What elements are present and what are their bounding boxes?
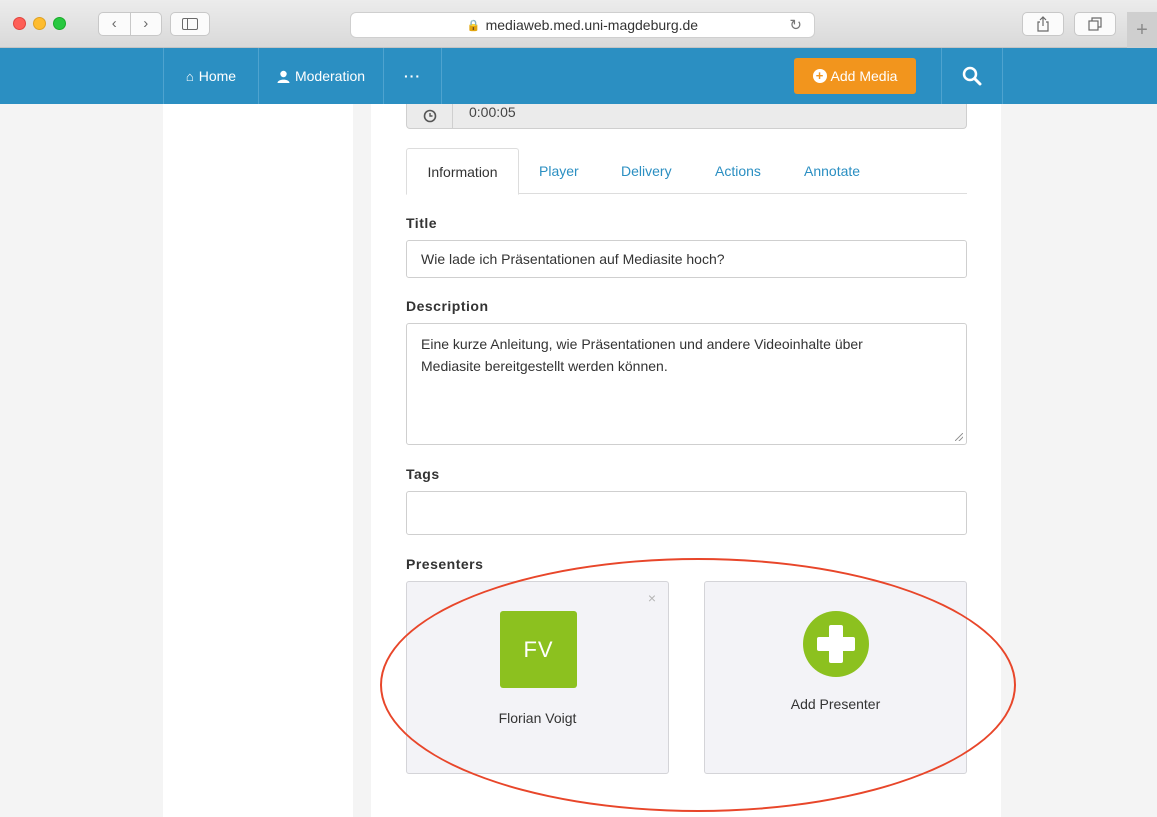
- media-tabs: Information Player Delivery Actions Anno…: [406, 148, 967, 195]
- presenters-label: Presenters: [406, 556, 484, 572]
- highlight-annotation-ellipse: [380, 558, 1016, 812]
- tab-information[interactable]: Information: [406, 148, 519, 195]
- address-bar[interactable]: 🔒 mediaweb.med.uni-magdeburg.de ↻: [350, 12, 815, 38]
- search-button[interactable]: [941, 48, 1003, 104]
- description-textarea[interactable]: Eine kurze Anleitung, wie Präsentationen…: [406, 323, 967, 445]
- nav-moderation[interactable]: Moderation: [259, 48, 384, 104]
- reload-icon[interactable]: ↻: [789, 16, 802, 34]
- plus-circle-icon: +: [812, 69, 827, 83]
- history-nav-group: ‹ ›: [98, 12, 162, 36]
- nav-home-label: Home: [198, 68, 237, 84]
- lock-icon: 🔒: [466, 19, 481, 32]
- description-line: Mediasite bereitgestellt werden können.: [421, 358, 668, 374]
- title-label: Title: [406, 215, 438, 231]
- add-media-label: Add Media: [830, 68, 898, 84]
- tags-input[interactable]: [406, 491, 967, 535]
- description-label: Description: [406, 298, 489, 314]
- clock-icon: [407, 104, 453, 128]
- search-icon: [962, 66, 982, 86]
- tab-annotate[interactable]: Annotate: [804, 148, 860, 194]
- title-input[interactable]: Wie lade ich Präsentationen auf Mediasit…: [406, 240, 967, 278]
- tab-overview-button[interactable]: [1074, 12, 1116, 36]
- site-navbar: ⌂ Home Moderation ··· + Add Media: [0, 48, 1157, 104]
- tags-label: Tags: [406, 466, 440, 482]
- address-bar-url: mediaweb.med.uni-magdeburg.de: [485, 17, 699, 33]
- share-button[interactable]: [1022, 12, 1064, 36]
- description-line: Eine kurze Anleitung, wie Präsentationen…: [421, 336, 863, 352]
- home-icon: ⌂: [185, 68, 194, 84]
- browser-titlebar: ‹ › 🔒 mediaweb.med.uni-magdeburg.de ↻ +: [0, 0, 1157, 48]
- duration-display: 0:00:05: [406, 104, 967, 129]
- sidebar-toggle-button[interactable]: [170, 12, 210, 36]
- left-column: [163, 104, 353, 817]
- user-icon: [277, 70, 290, 83]
- new-tab-button[interactable]: +: [1127, 12, 1157, 48]
- nav-home[interactable]: ⌂ Home: [163, 48, 259, 104]
- window-maximize-button[interactable]: [53, 17, 66, 30]
- nav-more-button[interactable]: ···: [384, 48, 442, 104]
- resize-grip-icon[interactable]: [955, 433, 963, 441]
- duration-value: 0:00:05: [469, 104, 516, 120]
- window-close-button[interactable]: [13, 17, 26, 30]
- window-minimize-button[interactable]: [33, 17, 46, 30]
- share-icon: [1037, 16, 1049, 32]
- sidebar-icon: [182, 18, 198, 30]
- tab-delivery[interactable]: Delivery: [621, 148, 672, 194]
- back-icon[interactable]: ‹: [99, 13, 131, 35]
- navbar-inner: ⌂ Home Moderation ··· + Add Media: [163, 48, 1003, 104]
- tab-actions[interactable]: Actions: [715, 148, 761, 194]
- nav-moderation-label: Moderation: [294, 68, 366, 84]
- forward-icon[interactable]: ›: [131, 13, 162, 35]
- add-media-button[interactable]: + Add Media: [794, 58, 916, 94]
- tab-overview-icon: [1088, 17, 1102, 31]
- tab-player[interactable]: Player: [539, 148, 579, 194]
